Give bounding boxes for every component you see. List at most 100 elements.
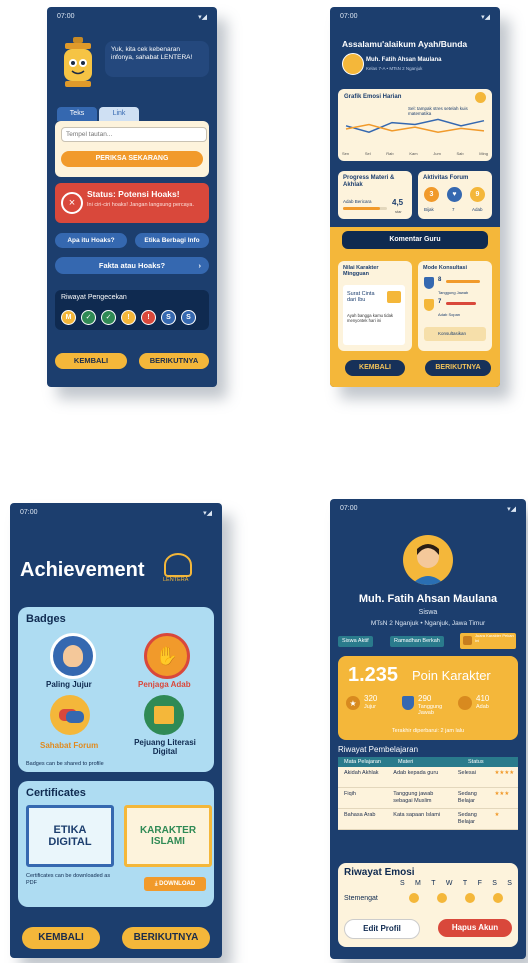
chevron-right-icon: › xyxy=(198,261,202,270)
progress-bar xyxy=(343,207,387,210)
badge-literacy-icon[interactable] xyxy=(144,695,184,735)
day-label: W xyxy=(445,880,453,887)
status-bar: 07:00 ▾◢ xyxy=(340,505,516,513)
next-button[interactable]: BERIKUTNYA xyxy=(424,359,492,377)
emotion-line-chart xyxy=(345,118,485,133)
day-label: T xyxy=(462,880,468,887)
table-cell: Kata sapaan Islami xyxy=(393,812,441,818)
tab-teks[interactable]: Teks xyxy=(57,107,97,121)
fact-or-hoax-button[interactable]: Fakta atau Hoaks? › xyxy=(55,257,209,274)
points-card: 1.235 Poin Karakter ★ 320 Jujur 290 Tang… xyxy=(338,656,518,740)
table-row[interactable]: Fiqih Tanggung jawab sebagai Muslim Sedang… xyxy=(338,788,518,809)
history-item[interactable]: S xyxy=(181,310,196,325)
day-label: S xyxy=(492,880,497,887)
check-now-button[interactable]: PERIKSA SEKARANG xyxy=(61,151,203,167)
certificate-etika-digital[interactable]: ETIKA DIGITAL xyxy=(26,805,114,867)
badge-honest-label: Paling Jujur xyxy=(46,680,92,689)
next-button[interactable]: BERIKUTNYA xyxy=(139,353,209,369)
table-cell: Selesai xyxy=(457,770,476,776)
rating-stars: ★★★★ xyxy=(494,770,515,776)
back-button[interactable]: KEMBALI xyxy=(22,927,100,949)
emotion-chart-card: Grafik Emosi Harian Sel: tampak stres se… xyxy=(338,89,492,161)
lantern-mascot-icon xyxy=(59,35,97,93)
rating-stars: ★ xyxy=(494,812,500,818)
status-alert: × Status: Potensi Hoaks! Ini ciri-ciri h… xyxy=(55,183,209,223)
what-is-hoax-button[interactable]: Apa itu Hoaks? xyxy=(55,233,127,248)
mood-emoji-icons xyxy=(400,893,512,903)
url-input[interactable] xyxy=(61,127,207,142)
sad-icon xyxy=(465,893,475,903)
back-button[interactable]: KEMBALI xyxy=(55,353,127,369)
input-card: PERIKSA SEKARANG xyxy=(55,121,209,177)
letter-card: Surat Cinta dari Ibu Ayah bangga kamu ti… xyxy=(343,285,405,345)
smile-icon xyxy=(493,893,503,903)
status-desc: Ini ciri-ciri hoaks! Jangan langsung per… xyxy=(87,202,195,208)
history-item[interactable]: ! xyxy=(121,310,136,325)
table-row[interactable]: Bahasa Arab Kata sapaan Islami Sedang Bela… xyxy=(338,809,518,830)
status-bar: 07:00 ▾◢ xyxy=(340,13,490,21)
badge-adab-label: Penjaga Adab xyxy=(138,680,191,689)
tag-active: Siswa Aktif xyxy=(338,636,373,647)
download-button[interactable]: ⤓ DOWNLOAD xyxy=(144,877,206,891)
chart-x-axis: Sen Sel Rab Kam Jum Sab Ming xyxy=(342,151,488,156)
screen-achievement: 07:00 ▾◢ Achievement LENTERA Badges Palin… xyxy=(10,503,222,958)
table-cell: Bahasa Arab xyxy=(344,812,376,818)
tab-link[interactable]: Link xyxy=(99,107,139,121)
teacher-comment-button[interactable]: Komentar Guru xyxy=(342,231,488,249)
status-bar: 07:00 ▾◢ xyxy=(20,509,212,517)
shield-icon xyxy=(424,277,434,289)
x-tick-label: Sab xyxy=(456,151,464,156)
history-item[interactable]: ! xyxy=(141,310,156,325)
table-cell: Tanggung jawab sebagai Muslim xyxy=(393,791,434,804)
edit-profile-button[interactable]: Edit Profil xyxy=(344,919,420,939)
shield-icon xyxy=(424,299,434,311)
delete-account-button[interactable]: Hapus Akun xyxy=(438,919,512,937)
avatar xyxy=(403,535,453,585)
avatar xyxy=(342,53,364,75)
consult-button[interactable]: Konsultasikan xyxy=(424,327,486,341)
day-label: F xyxy=(477,880,482,887)
back-button[interactable]: KEMBALI xyxy=(344,359,406,377)
certificate-karakter-islami[interactable]: KARAKTER ISLAMI xyxy=(124,805,212,867)
status-bar: 07:00 ▾◢ xyxy=(57,13,207,21)
smile-icon xyxy=(409,893,419,903)
screen-parent-dashboard: 07:00 ▾◢ Assalamu'alaikum Ayah/Bunda Muh.… xyxy=(330,7,500,387)
history-item[interactable]: S xyxy=(161,310,176,325)
profile-name: Muh. Fatih Ahsan Maulana xyxy=(358,593,498,605)
emotion-history-card: Riwayat Emosi SMTWTFSS Stemengat Edit Pr… xyxy=(338,863,518,947)
signal-icon: ▾◢ xyxy=(203,510,212,517)
progress-card: Progress Materi & Akhlak Adab Bericara 4… xyxy=(338,171,412,219)
table-cell: Akidah Akhlak xyxy=(344,770,379,776)
lentera-logo-icon xyxy=(164,553,192,577)
letter-icon xyxy=(387,291,401,303)
history-item[interactable]: M xyxy=(61,310,76,325)
star-icon: ★ xyxy=(346,696,360,710)
signal-icon: ▾◢ xyxy=(198,14,207,21)
x-tick-label: Ming xyxy=(479,151,488,156)
screen-hoax-checker: 07:00 ▾◢ Yuk, kita cek kebenaran infonya,… xyxy=(47,7,217,387)
badge-honest-icon[interactable] xyxy=(50,633,96,679)
page-title: Achievement xyxy=(20,559,145,581)
history-item[interactable]: ✓ xyxy=(81,310,96,325)
consult-mode-card: Mode Konsultasi 8 Tanggung Jawab 7 Adab … xyxy=(418,261,492,351)
series-line-1 xyxy=(345,118,485,133)
greeting: Assalamu'alaikum Ayah/Bunda xyxy=(342,39,468,49)
badge-forum-icon[interactable] xyxy=(50,695,90,735)
learning-history-table: Mata Pelajaran Materi Status Akidah Akhl… xyxy=(338,757,518,830)
status-title: Status: Potensi Hoaks! xyxy=(87,189,180,199)
forum-num-1: 3 xyxy=(424,187,439,202)
table-row[interactable]: Akidah Akhlak Adab kepada guru Selesai ★★★★ xyxy=(338,767,518,788)
heart-icon: ♥ xyxy=(447,187,462,202)
history-item[interactable]: ✓ xyxy=(101,310,116,325)
signal-icon: ▾◢ xyxy=(481,14,490,21)
weekly-value-card: Nilai Karakter Mingguan Surat Cinta dari… xyxy=(338,261,412,351)
close-circle-icon: × xyxy=(61,192,83,214)
clock: 07:00 xyxy=(57,13,75,20)
certificates-card: Certificates ETIKA DIGITAL KARAKTER ISLA… xyxy=(18,781,214,907)
badge-adab-icon[interactable]: ✋ xyxy=(144,633,190,679)
table-cell: Sedang Belajar xyxy=(457,791,477,804)
sharing-ethics-button[interactable]: Etika Berbagi Info xyxy=(135,233,209,248)
x-tick-label: Rab xyxy=(386,151,394,156)
x-tick-label: Jum xyxy=(433,151,441,156)
next-button[interactable]: BERIKUTNYA xyxy=(122,927,210,949)
